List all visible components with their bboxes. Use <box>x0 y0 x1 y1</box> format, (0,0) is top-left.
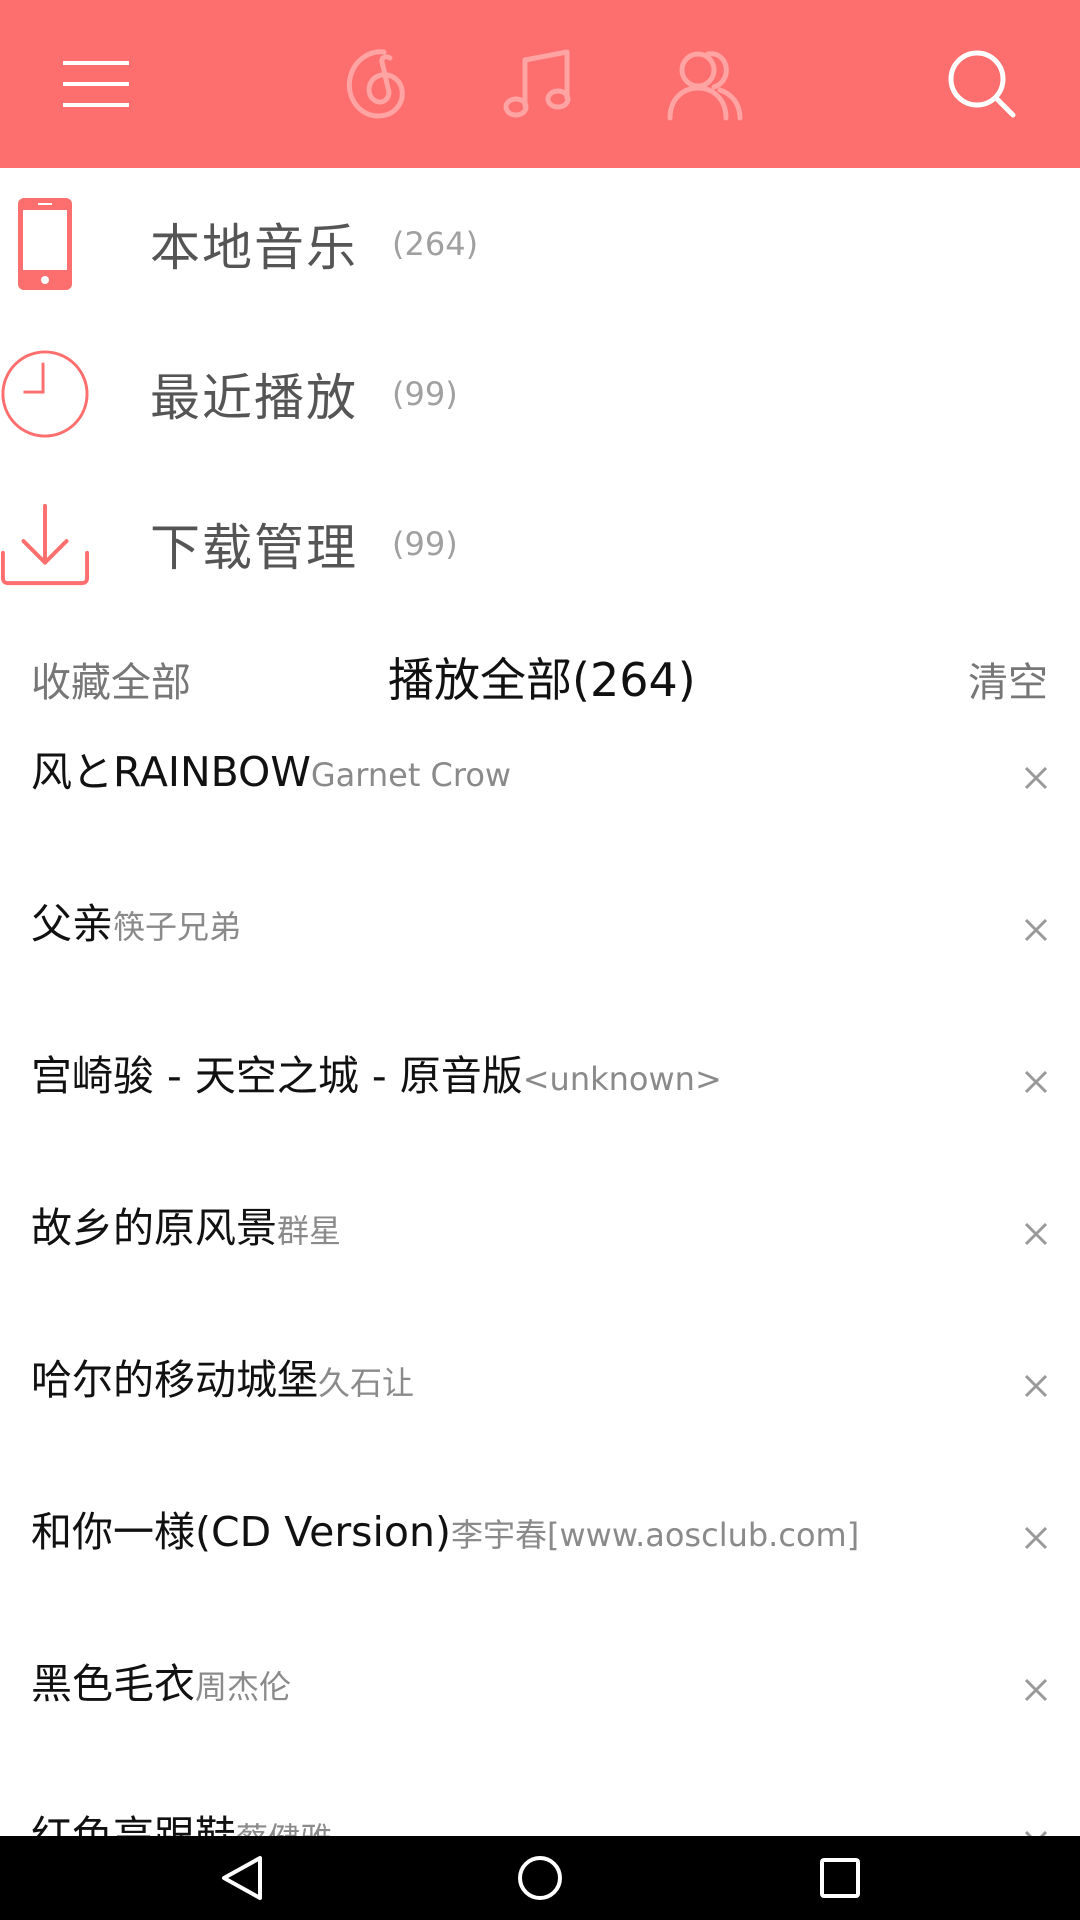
menu-item-recent-play[interactable]: 最近播放 (99) <box>0 319 1080 469</box>
friends-icon[interactable] <box>654 34 754 134</box>
remove-icon[interactable] <box>1016 910 1056 950</box>
song-artist: 李宇春[www.aosclub.com] <box>451 1516 860 1554</box>
song-row[interactable]: 风とRAINBOWGarnet Crow <box>0 716 1080 868</box>
song-row[interactable]: 红色高跟鞋蔡健雅 <box>0 1780 1080 1836</box>
song-artist: <unknown> <box>522 1060 722 1098</box>
song-title: 和你一様(CD Version) <box>31 1508 451 1556</box>
remove-icon[interactable] <box>1016 1366 1056 1406</box>
song-title: 哈尔的移动城堡 <box>31 1356 318 1404</box>
menu-item-download-manager[interactable]: 下载管理 (99) <box>0 469 1080 619</box>
download-icon <box>0 469 90 619</box>
netease-music-icon[interactable] <box>325 34 425 134</box>
remove-icon[interactable] <box>1016 1214 1056 1254</box>
song-title: 风とRAINBOW <box>31 748 311 796</box>
menu-item-count: (99) <box>392 525 458 563</box>
song-title: 故乡的原风景 <box>31 1204 277 1252</box>
favorite-all-button[interactable]: 收藏全部 <box>31 650 191 708</box>
menu-item-local-music[interactable]: 本地音乐 (264) <box>0 169 1080 319</box>
search-icon[interactable] <box>932 34 1032 134</box>
song-artist: 蔡健雅 <box>236 1820 332 1836</box>
home-icon[interactable] <box>510 1850 570 1906</box>
menu-item-label: 本地音乐 <box>150 219 358 277</box>
song-artist: Garnet Crow <box>310 756 512 794</box>
music-note-icon[interactable] <box>489 34 589 134</box>
recents-icon[interactable] <box>810 1850 870 1906</box>
song-title: 宫崎骏 - 天空之城 - 原音版 <box>31 1052 523 1100</box>
menu-item-count: (264) <box>392 225 479 263</box>
remove-icon[interactable] <box>1016 1518 1056 1558</box>
song-title: 黑色毛衣 <box>31 1660 195 1708</box>
song-title: 父亲 <box>31 900 113 948</box>
menu-item-label: 下载管理 <box>150 519 358 577</box>
remove-icon[interactable] <box>1016 1670 1056 1710</box>
song-artist: 群星 <box>277 1212 342 1250</box>
menu-item-label: 最近播放 <box>150 369 358 427</box>
song-row[interactable]: 故乡的原风景群星 <box>0 1172 1080 1324</box>
song-row[interactable]: 黑色毛衣周杰伦 <box>0 1628 1080 1780</box>
song-list: 风とRAINBOWGarnet Crow 父亲筷子兄弟 宫崎骏 - 天空之城 -… <box>0 716 1080 1836</box>
remove-icon[interactable] <box>1016 1062 1056 1102</box>
song-artist: 周杰伦 <box>195 1668 292 1706</box>
remove-icon[interactable] <box>1016 1822 1056 1836</box>
system-navigation-bar <box>0 1836 1080 1920</box>
playlist-actions: 收藏全部 播放全部(264) 清空 <box>0 640 1080 716</box>
phone-icon <box>0 169 90 319</box>
song-row[interactable]: 哈尔的移动城堡久石让 <box>0 1324 1080 1476</box>
song-row[interactable]: 宫崎骏 - 天空之城 - 原音版<unknown> <box>0 1020 1080 1172</box>
play-all-button[interactable]: 播放全部(264) <box>388 644 696 710</box>
back-icon[interactable] <box>212 1850 272 1906</box>
song-row[interactable]: 父亲筷子兄弟 <box>0 868 1080 1020</box>
clear-button[interactable]: 清空 <box>968 650 1048 708</box>
song-artist: 久石让 <box>318 1364 415 1402</box>
song-artist: 筷子兄弟 <box>113 908 242 946</box>
song-row[interactable]: 和你一様(CD Version)李宇春[www.aosclub.com] <box>0 1476 1080 1628</box>
menu-icon[interactable] <box>46 34 146 134</box>
song-title: 红色高跟鞋 <box>31 1812 236 1836</box>
menu-item-count: (99) <box>392 375 458 413</box>
clock-icon <box>0 319 90 469</box>
top-app-bar <box>0 0 1080 168</box>
remove-icon[interactable] <box>1016 758 1056 798</box>
